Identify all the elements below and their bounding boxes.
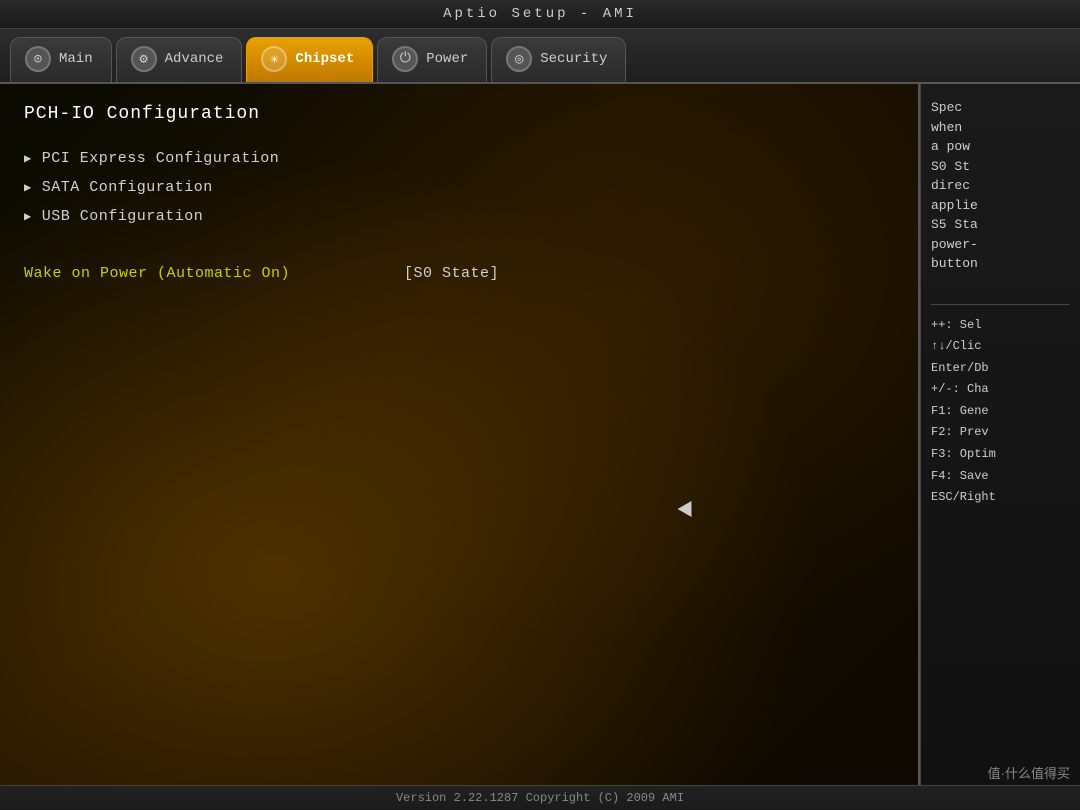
main-panel: PCH-IO Configuration ▶ PCI Express Confi… (0, 84, 920, 785)
help-panel: Specwhena powS0 StdirecapplieS5 Stapower… (920, 84, 1080, 785)
tab-power-label: Power (426, 51, 468, 67)
tab-chipset[interactable]: ✳ Chipset (246, 37, 373, 82)
menu-item-usb[interactable]: ▶ USB Configuration (24, 202, 894, 231)
version-text: Version 2.22.1287 Copyright (C) 2009 AMI (396, 791, 684, 805)
tab-chipset-label: Chipset (295, 51, 354, 67)
menu-item-pci-label: PCI Express Configuration (42, 150, 280, 167)
advance-icon: ⚙ (131, 46, 157, 72)
tab-advance[interactable]: ⚙ Advance (116, 37, 243, 82)
tab-advance-label: Advance (165, 51, 224, 67)
security-icon: ◎ (506, 46, 532, 72)
version-bar: Version 2.22.1287 Copyright (C) 2009 AMI (0, 785, 1080, 810)
content-area: PCH-IO Configuration ▶ PCI Express Confi… (0, 84, 1080, 785)
menu-item-sata-label: SATA Configuration (42, 179, 213, 196)
wake-row[interactable]: Wake on Power (Automatic On) [S0 State] (24, 261, 894, 286)
power-icon: ⏻ (392, 46, 418, 72)
main-content: PCH-IO Configuration ▶ PCI Express Confi… (0, 84, 918, 306)
help-divider (931, 304, 1070, 305)
bios-frame: Aptio Setup - AMI ⊙ Main ⚙ Advance ✳ Chi… (0, 0, 1080, 810)
section-title: PCH-IO Configuration (24, 104, 894, 124)
arrow-pci: ▶ (24, 151, 32, 166)
menu-item-usb-label: USB Configuration (42, 208, 204, 225)
tab-security-label: Security (540, 51, 607, 67)
chipset-icon: ✳ (261, 46, 287, 72)
wake-value: [S0 State] (404, 265, 499, 282)
title-text: Aptio Setup - AMI (443, 6, 637, 22)
help-description: Specwhena powS0 StdirecapplieS5 Stapower… (931, 98, 1070, 274)
menu-item-sata[interactable]: ▶ SATA Configuration (24, 173, 894, 202)
main-icon: ⊙ (25, 46, 51, 72)
title-bar: Aptio Setup - AMI (0, 0, 1080, 29)
help-keys: ++: Sel ↑↓/Clic Enter/Db +/-: Cha F1: Ge… (931, 315, 1070, 509)
tab-power[interactable]: ⏻ Power (377, 37, 487, 82)
watermark: 值·什么值得买 (988, 763, 1070, 782)
arrow-sata: ▶ (24, 180, 32, 195)
menu-item-pci[interactable]: ▶ PCI Express Configuration (24, 144, 894, 173)
wake-label: Wake on Power (Automatic On) (24, 265, 404, 282)
tab-row: ⊙ Main ⚙ Advance ✳ Chipset ⏻ Power ◎ Sec… (0, 29, 1080, 84)
tab-main-label: Main (59, 51, 93, 67)
arrow-usb: ▶ (24, 209, 32, 224)
tab-security[interactable]: ◎ Security (491, 37, 626, 82)
tab-main[interactable]: ⊙ Main (10, 37, 112, 82)
